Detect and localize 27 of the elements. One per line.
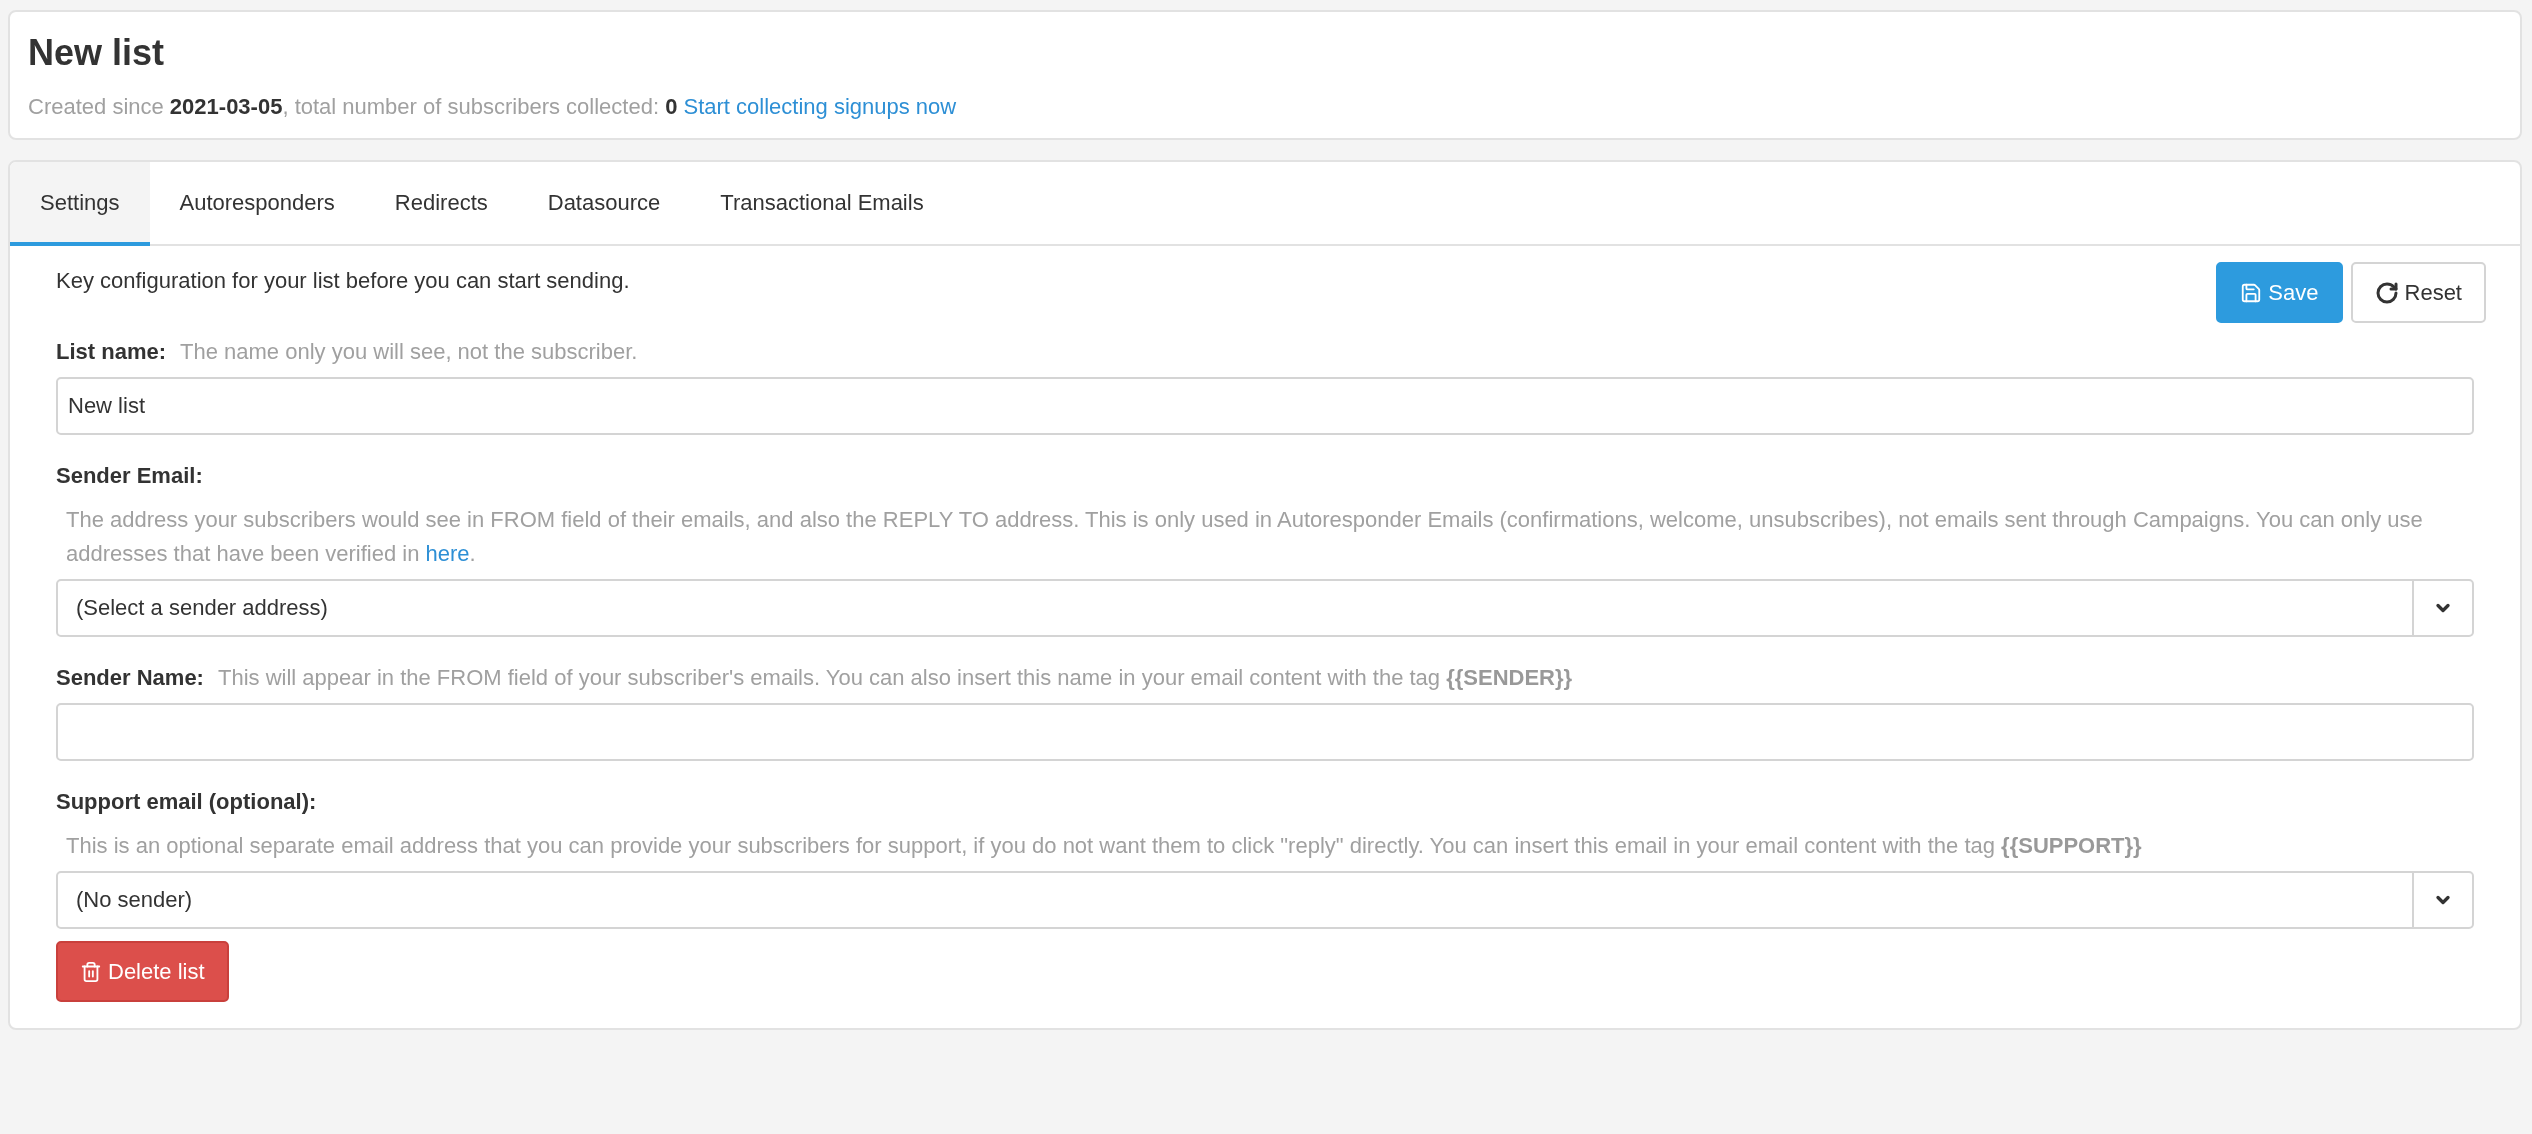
tab[interactable]: Datasource: [517, 162, 691, 246]
field-label: Support email (optional):: [56, 789, 318, 815]
list-summary: Created since 2021-03-05, total number of subscribers collected: 0 Start collecting signups now: [28, 94, 958, 120]
field-label: Sender Name:: [56, 665, 204, 691]
delete-button[interactable]: Delete list: [56, 941, 229, 1002]
tab[interactable]: Settings: [10, 162, 150, 246]
reset-icon: [2374, 280, 2399, 305]
select-field[interactable]: (No sender): [56, 871, 2474, 929]
field-label: List name:: [56, 339, 167, 365]
tab[interactable]: Transactional Emails: [690, 162, 954, 246]
page-title: New list: [28, 32, 166, 74]
field-label: Sender Email:: [56, 463, 204, 489]
intro-text: Key configuration for your list before you can start sending.: [56, 267, 630, 294]
tab[interactable]: Redirects: [364, 162, 518, 246]
field-hint: The name only you will see, not the subscriber.: [180, 339, 638, 365]
text-field[interactable]: [56, 703, 2474, 761]
tab[interactable]: Autoresponders: [149, 162, 365, 246]
floppy-icon: [2240, 281, 2263, 304]
verify-link[interactable]: here: [425, 541, 470, 566]
select-field[interactable]: (Select a sender address): [56, 579, 2474, 637]
field-help: The address your subscribers would see in FROM field of their emails, and also the REPLY TO address. This is only used in Autoresponder Emails (confirmations, welcome, unsubscribes), not emails sent through Campaigns. You can only use addresses that have been verified in here.: [66, 506, 2424, 568]
trash-icon: [80, 960, 102, 983]
reset-button[interactable]: Reset: [2350, 262, 2486, 323]
field-help: This is an optional separate email address that you can provide your subscribers for support, if you do not want them to click "reply" directly. You can insert this email in your email content with the tag {{SUPPORT}}: [66, 832, 2143, 860]
text-field[interactable]: New list: [56, 377, 2474, 435]
signup-link[interactable]: Start collecting signups now: [683, 94, 957, 119]
field-hint: This will appear in the FROM field of your subscriber's emails. You can also insert this name in your email content with the tag {{SENDER}}: [217, 665, 1573, 691]
